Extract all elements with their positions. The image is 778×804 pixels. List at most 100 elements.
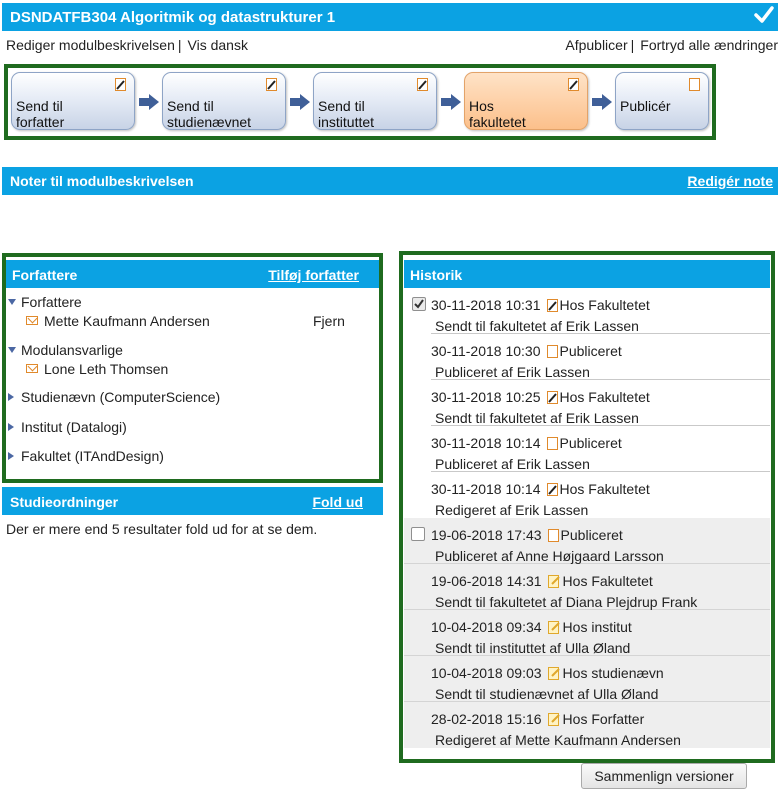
arrow-right-icon: [592, 94, 612, 113]
compare-versions-button[interactable]: Sammenlign versioner: [581, 763, 747, 789]
history-status: Hos studienævn: [562, 665, 664, 681]
collapsed-arrow-icon: [8, 393, 14, 401]
history-status: Publiceret: [559, 435, 622, 451]
history-datetime: 30-11-2018 10:25: [431, 389, 541, 405]
page-title: DSNDATFB304 Algoritmik og datastrukturer…: [10, 9, 336, 26]
history-status: Hos institut: [562, 619, 632, 635]
history-datetime: 10-04-2018 09:34: [431, 619, 542, 635]
history-detail: Redigeret af Mette Kaufmann Andersen: [435, 732, 681, 748]
edit-document-icon: [546, 391, 558, 407]
checkmark-icon[interactable]: [754, 5, 774, 29]
edit-document-icon: [266, 78, 277, 94]
separator: |: [177, 37, 182, 53]
history-status: Hos Fakultetet: [559, 481, 650, 497]
arrow-right-icon: [441, 94, 461, 113]
tree-group-label: Modulansvarlige: [21, 342, 123, 358]
workflow-step-at-faculty[interactable]: Hos fakultetet: [464, 72, 588, 130]
history-row[interactable]: 30-11-2018 10:25 Hos Fakultetet Sendt til…: [431, 380, 770, 426]
step-label-line1: Send til: [16, 98, 63, 114]
history-datetime: 19-06-2018 14:31: [431, 573, 542, 589]
tree-group-faculty[interactable]: Fakultet (ITAndDesign): [8, 448, 164, 464]
history-list: 30-11-2018 10:31 Hos Fakultetet Sendt til…: [404, 288, 770, 748]
unpublish-link[interactable]: Afpublicer: [565, 37, 627, 53]
add-author-link[interactable]: Tilføj forfatter: [268, 267, 359, 283]
history-datetime: 30-11-2018 10:14: [431, 481, 541, 497]
authors-header: Forfattere Tilføj forfatter: [6, 260, 379, 288]
workflow-step-publish[interactable]: Publicér: [615, 72, 709, 130]
toolbar-left: Rediger modulbeskrivelsen | Vis dansk: [6, 37, 248, 53]
expanded-arrow-icon: [8, 299, 16, 305]
authors-title: Forfattere: [12, 267, 78, 283]
edit-document-icon: [417, 78, 428, 94]
history-status: Publiceret: [559, 343, 622, 359]
step-label-line2: studienævnet: [167, 114, 252, 130]
member-name[interactable]: Lone Leth Thomsen: [44, 361, 168, 377]
edit-document-icon: [547, 621, 561, 637]
workflow-step-send-to-author[interactable]: Send til forfatter: [11, 72, 135, 130]
history-detail: Sendt til studienævnet af Ulla Øland: [435, 686, 659, 702]
expand-link[interactable]: Fold ud: [312, 494, 363, 510]
history-checkbox[interactable]: [411, 527, 425, 541]
history-checkbox[interactable]: [412, 297, 426, 311]
remove-author-link[interactable]: Fjern: [313, 313, 345, 329]
edit-document-icon: [547, 575, 561, 591]
history-status: Hos Fakultetet: [559, 389, 650, 405]
mail-icon[interactable]: [26, 316, 38, 325]
history-detail: Publiceret af Anne Højgaard Larsson: [435, 548, 664, 564]
tree-member: Lone Leth Thomsen: [26, 361, 168, 377]
history-detail: Sendt til fakultetet af Erik Lassen: [435, 410, 639, 426]
workflow-step-send-to-board[interactable]: Send til studienævnet: [162, 72, 286, 130]
edit-document-icon: [547, 667, 561, 683]
history-row[interactable]: 19-06-2018 14:31 Hos Fakultetet Sendt til…: [404, 564, 770, 610]
tree-group-authors[interactable]: Forfattere: [8, 294, 82, 310]
document-icon: [546, 437, 558, 453]
history-row[interactable]: 30-11-2018 10:31 Hos Fakultetet Sendt til…: [412, 288, 770, 334]
tree-group-module-responsible[interactable]: Modulansvarlige: [8, 342, 123, 358]
step-label-line2: forfatter: [16, 114, 65, 130]
tree-group-study-board[interactable]: Studienævn (ComputerScience): [8, 389, 220, 405]
tree-group-label: Institut (Datalogi): [21, 419, 127, 435]
tree-member: Mette Kaufmann Andersen: [26, 313, 210, 329]
workflow-step-send-to-institute[interactable]: Send til instituttet: [313, 72, 437, 130]
mail-icon[interactable]: [26, 364, 38, 373]
history-row[interactable]: 10-04-2018 09:34 Hos institut Sendt til i…: [404, 610, 770, 656]
show-danish-link[interactable]: Vis dansk: [188, 37, 248, 53]
tree-group-label: Forfattere: [21, 294, 82, 310]
study-programmes-message: Der er mere end 5 resultater fold ud for…: [6, 521, 318, 537]
member-name[interactable]: Mette Kaufmann Andersen: [44, 313, 210, 329]
history-row[interactable]: 10-04-2018 09:03 Hos studienævn Sendt til…: [404, 656, 770, 702]
document-icon: [689, 78, 700, 94]
step-label-line1: Hos: [469, 98, 494, 114]
collapsed-arrow-icon: [8, 423, 14, 431]
history-row[interactable]: 28-02-2018 15:16 Hos Forfatter Redigeret …: [404, 702, 770, 748]
notes-title: Noter til modulbeskrivelsen: [10, 173, 194, 189]
edit-document-icon: [546, 299, 558, 315]
history-status: Hos Forfatter: [562, 711, 645, 727]
step-label-line2: instituttet: [318, 114, 375, 130]
history-row[interactable]: 30-11-2018 10:14 Publiceret Publiceret af…: [431, 426, 770, 472]
toolbar-right: Afpublicer | Fortryd alle ændringer: [565, 37, 778, 53]
study-programmes-title: Studieordninger: [10, 494, 119, 510]
separator: |: [630, 37, 635, 53]
history-header: Historik: [404, 260, 770, 288]
edit-note-link[interactable]: Redigér note: [687, 173, 773, 189]
history-status: Publiceret: [560, 527, 623, 543]
study-programmes-header: Studieordninger Fold ud: [2, 487, 383, 515]
undo-all-changes-link[interactable]: Fortryd alle ændringer: [640, 37, 778, 53]
history-status: Hos Fakultetet: [559, 297, 650, 313]
edit-document-icon: [568, 78, 579, 94]
history-row[interactable]: 30-11-2018 10:30 Publiceret Publiceret af…: [431, 334, 770, 380]
history-datetime: 30-11-2018 10:31: [431, 297, 541, 313]
history-datetime: 19-06-2018 17:43: [431, 527, 542, 543]
step-label-line1: Publicér: [620, 98, 671, 114]
history-detail: Sendt til fakultetet af Erik Lassen: [435, 318, 639, 334]
notes-header: Noter til modulbeskrivelsen Redigér note: [2, 167, 778, 195]
history-row[interactable]: 19-06-2018 17:43 Publiceret Publiceret af…: [404, 518, 770, 564]
edit-description-link[interactable]: Rediger modulbeskrivelsen: [6, 37, 175, 53]
module-title-bar: DSNDATFB304 Algoritmik og datastrukturer…: [2, 3, 778, 31]
tree-group-institute[interactable]: Institut (Datalogi): [8, 419, 127, 435]
collapsed-arrow-icon: [8, 452, 14, 460]
edit-document-icon: [115, 78, 126, 94]
history-datetime: 28-02-2018 15:16: [431, 711, 542, 727]
history-row[interactable]: 30-11-2018 10:14 Hos Fakultetet Redigeret…: [431, 472, 770, 518]
